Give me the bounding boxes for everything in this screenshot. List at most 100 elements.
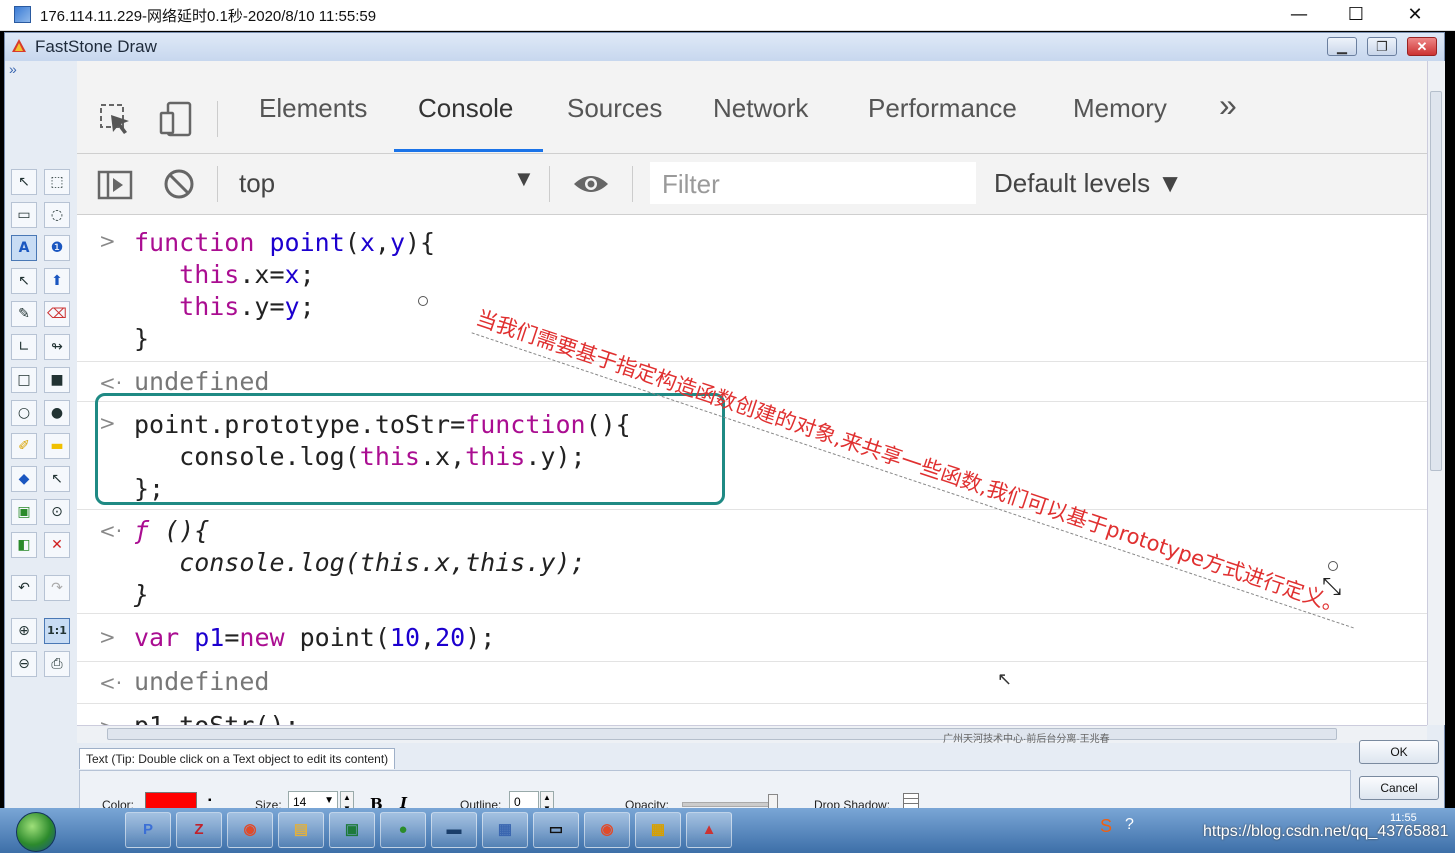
filter-box: [650, 162, 976, 204]
toolbar-divider: [217, 101, 218, 137]
pen-tool[interactable]: ✎: [11, 301, 37, 327]
input-prompt-icon: >: [99, 715, 116, 725]
up-arrow-tool[interactable]: ⬆: [44, 268, 70, 294]
zoom-in-button[interactable]: ⊕: [11, 618, 37, 644]
entry-separator: [77, 661, 1427, 662]
result-arrow-icon: <·: [99, 371, 123, 395]
taskbar-explorer-icon[interactable]: ▤: [278, 812, 324, 848]
annotation-handle-start[interactable]: [418, 296, 428, 306]
taskbar-app-icon[interactable]: ▬: [431, 812, 477, 848]
image-tool[interactable]: ▣: [11, 499, 37, 525]
drawing-canvas[interactable]: Elements Console Sources Network Perform…: [77, 61, 1427, 725]
tray-help-icon[interactable]: ?: [1125, 816, 1134, 834]
log-levels-dropdown[interactable]: Default levels ▼: [994, 168, 1183, 199]
highlighter-tool[interactable]: ✐: [11, 433, 37, 459]
filled-ellipse-tool[interactable]: ●: [44, 400, 70, 426]
faststone-draw-window: FastStone Draw ▁ ❐ ✕ » ↖ ⬚ ▭ ◌ A ❶ ↖ ⬆ ✎…: [4, 32, 1445, 844]
select-arrow-tool[interactable]: ↖: [11, 169, 37, 195]
taskbar-terminal-icon[interactable]: ▭: [533, 812, 579, 848]
devtools-tabbar: Elements Console Sources Network Perform…: [77, 61, 1427, 154]
tab-memory[interactable]: Memory: [1073, 93, 1167, 124]
zoom-out-button[interactable]: ⊖: [11, 651, 37, 677]
clear-console-icon[interactable]: [163, 168, 195, 200]
active-tab-indicator: [394, 149, 543, 152]
stamp-tool[interactable]: ⊙: [44, 499, 70, 525]
device-toolbar-icon[interactable]: [159, 101, 193, 137]
app-restore-button[interactable]: ❐: [1367, 37, 1397, 56]
taskbar-faststone-icon[interactable]: ▲: [686, 812, 732, 848]
vertical-scrollbar[interactable]: [1427, 61, 1445, 725]
inspect-element-icon[interactable]: [99, 103, 133, 137]
taskbar-notepad-icon[interactable]: ▣: [329, 812, 375, 848]
tab-console[interactable]: Console: [418, 93, 513, 124]
callout-tool[interactable]: ▭: [11, 202, 37, 228]
taskbar-app-grid-icon[interactable]: ▦: [635, 812, 681, 848]
line-arrow-tool[interactable]: ↖: [11, 268, 37, 294]
show-sidebar-icon[interactable]: [97, 170, 133, 200]
app-minimize-button[interactable]: ▁: [1327, 37, 1357, 56]
horizontal-scroll-thumb[interactable]: 广州天河技术中心·前后台分离·王兆春: [107, 728, 1337, 745]
redo-button[interactable]: ↷: [44, 575, 70, 601]
fill-tool[interactable]: ◆: [11, 466, 37, 492]
color-dropdown-icon[interactable]: ▪: [208, 795, 212, 806]
taskbar-green-app-icon[interactable]: ●: [380, 812, 426, 848]
ellipse-tool[interactable]: ○: [11, 400, 37, 426]
console-input-prototype: point.prototype.toStr=function(){ consol…: [134, 410, 631, 503]
context-dropdown-icon[interactable]: ▼: [513, 166, 535, 192]
tab-network[interactable]: Network: [713, 93, 808, 124]
highlight-rect-tool[interactable]: ▬: [44, 433, 70, 459]
filled-rectangle-tool[interactable]: ■: [44, 367, 70, 393]
close-button[interactable]: ✕: [1386, 0, 1444, 30]
resize-cursor-icon: ⤡: [1322, 573, 1342, 600]
tab-sources[interactable]: Sources: [567, 93, 662, 124]
tab-performance[interactable]: Performance: [868, 93, 1017, 124]
ok-button[interactable]: OK: [1359, 740, 1439, 764]
taskbar-chrome-icon[interactable]: ◉: [227, 812, 273, 848]
taskbar-remote-desktop-icon[interactable]: ▦: [482, 812, 528, 848]
live-expression-eye-icon[interactable]: [572, 172, 610, 196]
tray-clock[interactable]: 11:55: [1390, 812, 1417, 824]
tab-elements[interactable]: Elements: [259, 93, 367, 124]
rectangle-tool[interactable]: □: [11, 367, 37, 393]
drop-shadow-grid-icon[interactable]: [903, 793, 919, 809]
maximize-button[interactable]: ☐: [1327, 0, 1385, 30]
taskbar-app-p-icon[interactable]: P: [125, 812, 171, 848]
annotation-handle-end[interactable]: [1328, 561, 1338, 571]
actual-size-button[interactable]: 1:1: [44, 618, 70, 644]
text-tool[interactable]: A: [11, 235, 37, 261]
app-close-button[interactable]: ✕: [1407, 37, 1437, 56]
more-tabs-icon[interactable]: »: [1219, 87, 1237, 124]
entry-separator: [77, 613, 1427, 614]
remote-desktop-titlebar: 176.114.11.229-网络延时0.1秒-2020/8/10 11:55:…: [0, 0, 1455, 31]
cancel-button[interactable]: Cancel: [1359, 776, 1439, 800]
speech-bubble-tool[interactable]: ◌: [44, 202, 70, 228]
add-point-tool[interactable]: ↖: [44, 466, 70, 492]
console-input-new-point: var p1=new point(10,20);: [134, 623, 496, 652]
opacity-slider-track[interactable]: [682, 802, 774, 807]
rect-select-tool[interactable]: ⬚: [44, 169, 70, 195]
vertical-scroll-thumb[interactable]: [1430, 91, 1442, 471]
result-arrow-icon: <·: [99, 519, 123, 543]
delete-tool[interactable]: ✕: [44, 532, 70, 558]
filter-input[interactable]: [660, 168, 964, 201]
taskbar-chrome-icon[interactable]: ◉: [584, 812, 630, 848]
toolbar-divider: [549, 166, 550, 202]
eraser-tool[interactable]: ⌫: [44, 301, 70, 327]
tray-sogou-icon[interactable]: S: [1100, 816, 1112, 837]
watermark-tool[interactable]: ◧: [11, 532, 37, 558]
start-button[interactable]: [16, 812, 56, 852]
context-selector[interactable]: top: [239, 168, 275, 199]
number-tool[interactable]: ❶: [44, 235, 70, 261]
undo-button[interactable]: ↶: [11, 575, 37, 601]
horizontal-scrollbar[interactable]: 广州天河技术中心·前后台分离·王兆春: [77, 725, 1427, 745]
watermark-url: https://blog.csdn.net/qq_43765881: [1203, 823, 1449, 840]
minimize-button[interactable]: —: [1270, 0, 1328, 30]
curve-tool[interactable]: ↬: [44, 334, 70, 360]
properties-tab[interactable]: Text (Tip: Double click on a Text object…: [79, 748, 396, 769]
taskbar-filezilla-icon[interactable]: Z: [176, 812, 222, 848]
input-prompt-icon: >: [99, 625, 116, 649]
console-input-point-function: function point(x,y){ this.x=x; this.y=y;…: [134, 228, 436, 353]
expand-chevron-icon[interactable]: »: [9, 61, 17, 77]
print-button[interactable]: ⎙: [44, 651, 70, 677]
angle-line-tool[interactable]: ∟: [11, 334, 37, 360]
